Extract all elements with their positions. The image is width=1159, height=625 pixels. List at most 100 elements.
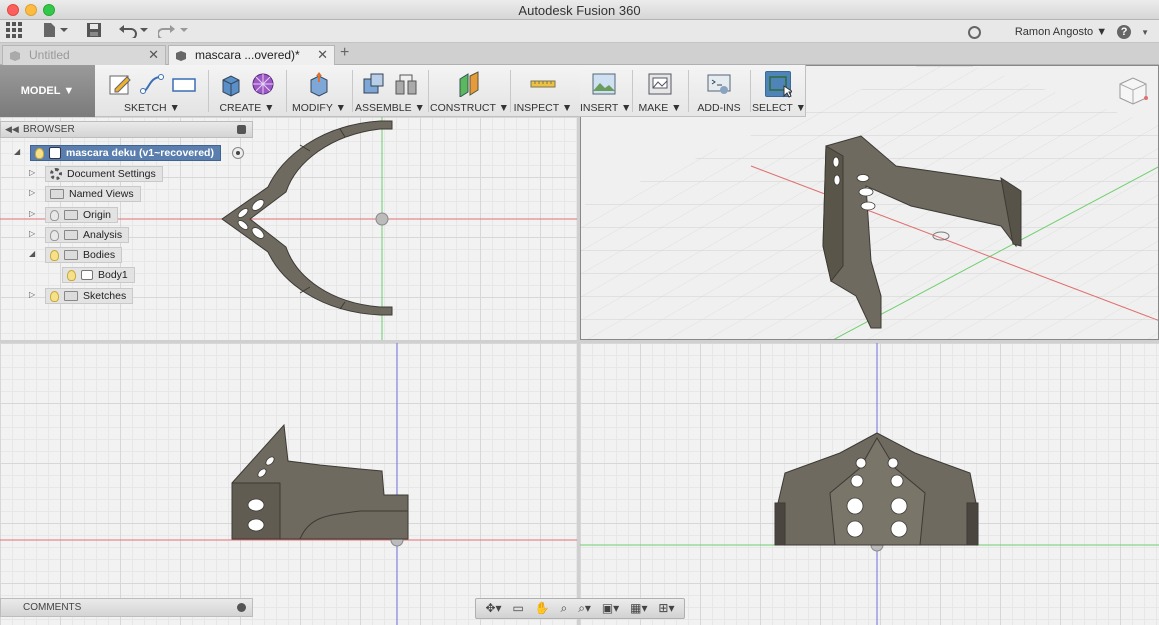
collapse-panel-icon[interactable]: ◀◀ xyxy=(5,122,19,137)
expand-arrow-icon[interactable]: ▷ xyxy=(29,188,35,197)
app-grid-icon[interactable] xyxy=(6,22,22,40)
make-menu[interactable]: MAKE ▼ xyxy=(636,102,684,114)
quick-access-bar: Ramon Angosto ▼ ? ▼ xyxy=(0,20,1159,43)
tab-untitled[interactable]: Untitled ✕ xyxy=(2,45,166,65)
inspect-menu[interactable]: INSPECT ▼ xyxy=(512,102,574,114)
addins-menu[interactable]: ADD-INS xyxy=(690,102,748,114)
viewport-side-view[interactable] xyxy=(0,343,577,625)
visibility-bulb-icon[interactable] xyxy=(67,269,76,281)
viewport-front-view[interactable] xyxy=(580,343,1159,625)
browser-item-body1[interactable]: Body1 xyxy=(62,267,135,283)
offset-plane-icon[interactable] xyxy=(456,71,482,98)
grid-snaps-icon[interactable]: ▦▾ xyxy=(630,599,647,618)
visibility-bulb-icon[interactable] xyxy=(50,290,59,302)
visibility-bulb-icon[interactable] xyxy=(50,209,59,221)
create-sketch-icon[interactable] xyxy=(107,71,133,97)
toolbar-divider xyxy=(510,70,511,112)
fit-icon[interactable]: ⌕▾ xyxy=(578,599,591,618)
item-label: Origin xyxy=(83,209,112,221)
new-tab-icon[interactable]: + xyxy=(340,44,349,62)
close-tab-icon[interactable]: ✕ xyxy=(148,46,159,64)
create-menu[interactable]: CREATE ▼ xyxy=(210,102,284,114)
expand-arrow-icon[interactable]: ◢ xyxy=(14,147,20,156)
add-comment-icon[interactable] xyxy=(237,603,246,612)
close-tab-icon[interactable]: ✕ xyxy=(317,46,328,64)
modify-group[interactable]: MODIFY ▼ xyxy=(288,65,350,117)
workspace-switcher[interactable]: MODEL ▼ xyxy=(0,65,95,117)
file-menu-icon[interactable] xyxy=(42,22,70,40)
browser-panel: ◀◀ BROWSER ◢ mascara deku (v1~recovered)… xyxy=(0,121,253,307)
help-dropdown-icon[interactable]: ▼ xyxy=(1141,28,1149,37)
visibility-bulb-icon[interactable] xyxy=(50,249,59,261)
undo-icon[interactable] xyxy=(118,22,150,40)
joint-icon[interactable] xyxy=(393,71,419,97)
zoom-icon[interactable]: ⌕ xyxy=(561,599,568,618)
browser-item-document-settings[interactable]: ▷ Document Settings xyxy=(29,166,163,182)
gear-icon xyxy=(50,168,62,180)
tab-mascara[interactable]: mascara ...overed)* ✕ xyxy=(168,45,335,65)
browser-item-sketches[interactable]: ▷ Sketches xyxy=(29,288,134,304)
new-component-icon[interactable] xyxy=(361,71,387,97)
insert-menu[interactable]: INSERT ▼ xyxy=(580,102,631,114)
visibility-bulb-icon[interactable] xyxy=(50,229,59,241)
browser-item-bodies[interactable]: ◢ Bodies xyxy=(29,247,123,263)
expand-arrow-icon[interactable]: ▷ xyxy=(29,209,35,218)
create-group[interactable]: CREATE ▼ xyxy=(210,65,284,117)
line-icon[interactable] xyxy=(139,71,165,97)
assemble-menu[interactable]: ASSEMBLE ▼ xyxy=(354,102,426,114)
browser-item-named-views[interactable]: ▷ Named Views xyxy=(29,186,141,202)
display-settings-icon[interactable]: ▣▾ xyxy=(602,599,619,618)
redo-icon[interactable] xyxy=(157,22,190,40)
viewcube-icon[interactable] xyxy=(1116,74,1150,108)
browser-item-analysis[interactable]: ▷ Analysis xyxy=(29,227,130,243)
rectangle-icon[interactable] xyxy=(171,71,197,97)
select-group[interactable]: SELECT ▼ xyxy=(752,65,806,117)
save-icon[interactable] xyxy=(86,22,102,40)
insert-group[interactable]: INSERT ▼ xyxy=(580,65,631,117)
folder-icon xyxy=(64,230,78,240)
tab-label: mascara ...overed)* xyxy=(195,48,300,62)
extrude-icon[interactable] xyxy=(218,71,244,97)
item-label: Sketches xyxy=(83,290,127,302)
help-icon[interactable]: ? xyxy=(1117,25,1132,39)
visibility-bulb-icon[interactable] xyxy=(35,147,44,159)
comments-title: COMMENTS xyxy=(23,602,82,613)
user-account-menu[interactable]: Ramon Angosto ▼ xyxy=(1015,26,1107,38)
look-at-icon[interactable]: ▭ xyxy=(512,599,523,618)
form-icon[interactable] xyxy=(250,71,276,97)
addins-group[interactable]: ADD-INS xyxy=(690,65,748,117)
viewports-icon[interactable]: ⊞▾ xyxy=(658,599,674,618)
construct-group[interactable]: CONSTRUCT ▼ xyxy=(430,65,509,117)
scripts-addins-icon[interactable] xyxy=(706,71,732,97)
browser-root-node[interactable]: ◢ mascara deku (v1~recovered) xyxy=(14,145,221,161)
expand-arrow-icon[interactable]: ▷ xyxy=(29,229,35,238)
sketch-menu[interactable]: SKETCH ▼ xyxy=(98,102,206,114)
expand-arrow-icon[interactable]: ▷ xyxy=(29,168,35,177)
job-status-clock-icon[interactable] xyxy=(967,25,981,39)
minimize-panel-icon[interactable] xyxy=(237,125,246,134)
make-group[interactable]: MAKE ▼ xyxy=(636,65,684,117)
browser-header[interactable]: ◀◀ BROWSER xyxy=(0,121,253,138)
press-pull-icon[interactable] xyxy=(306,71,332,97)
modify-menu[interactable]: MODIFY ▼ xyxy=(288,102,350,114)
select-menu[interactable]: SELECT ▼ xyxy=(752,102,806,114)
activate-radio[interactable] xyxy=(232,147,244,159)
browser-item-origin[interactable]: ▷ Origin xyxy=(29,207,119,223)
measure-icon[interactable] xyxy=(530,71,556,97)
folder-icon xyxy=(64,250,78,260)
comments-panel[interactable]: COMMENTS xyxy=(0,598,253,617)
inspect-group[interactable]: INSPECT ▼ xyxy=(512,65,574,117)
construct-menu[interactable]: CONSTRUCT ▼ xyxy=(430,102,509,114)
expand-arrow-icon[interactable]: ▷ xyxy=(29,290,35,299)
select-icon[interactable] xyxy=(765,71,795,98)
orbit-icon[interactable]: ✥▾ xyxy=(485,599,501,618)
item-label: Named Views xyxy=(69,188,134,200)
insert-image-icon[interactable] xyxy=(591,71,617,97)
folder-icon xyxy=(64,291,78,301)
assemble-group[interactable]: ASSEMBLE ▼ xyxy=(354,65,426,117)
expand-arrow-icon[interactable]: ◢ xyxy=(29,249,35,258)
item-label: Analysis xyxy=(83,229,123,241)
sketch-group[interactable]: SKETCH ▼ xyxy=(98,65,206,117)
pan-icon[interactable]: ✋ xyxy=(535,599,550,618)
3d-print-icon[interactable] xyxy=(647,71,673,97)
